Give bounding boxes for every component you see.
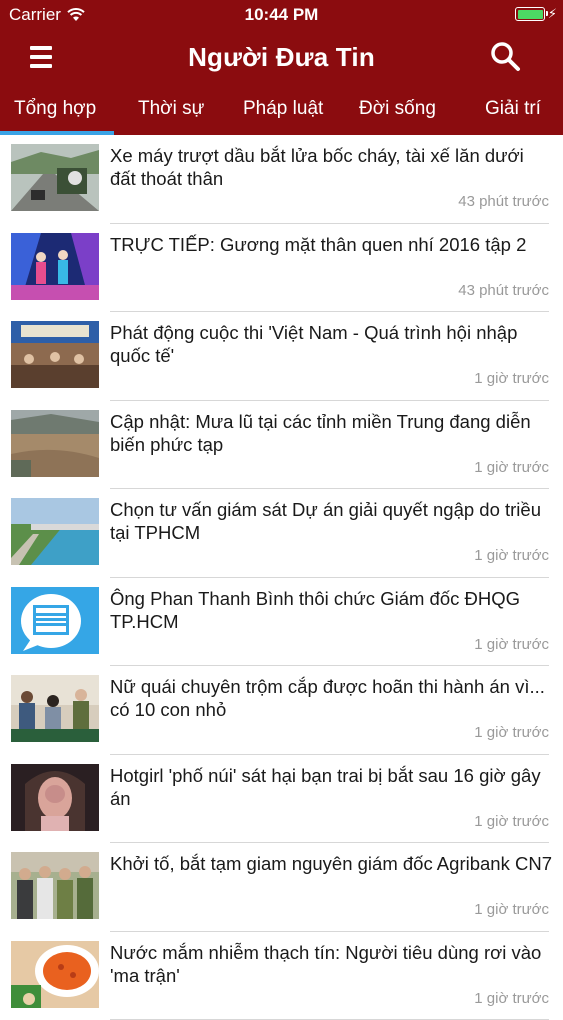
page-title: Người Đưa Tin (0, 42, 563, 73)
list-item[interactable]: Chọn tư vấn giám sát Dự án giải quyết ng… (0, 489, 563, 578)
article-thumbnail (11, 233, 99, 300)
category-tabs: Tổng hợp Thời sự Pháp luật Đời sống Giải… (0, 86, 563, 135)
status-bar: Carrier 10:44 PM ⚡ (0, 0, 563, 30)
list-item[interactable]: Cập nhật: Mưa lũ tại các tỉnh miền Trung… (0, 401, 563, 490)
article-thumbnail (11, 498, 99, 565)
article-thumbnail (11, 410, 99, 477)
list-item[interactable]: Ông Phan Thanh Bình thôi chức Giám đốc Đ… (0, 578, 563, 667)
article-timestamp: 1 giờ trước (474, 813, 549, 830)
article-timestamp: 1 giờ trước (474, 636, 549, 653)
list-item[interactable]: Phát động cuộc thi 'Việt Nam - Quá trình… (0, 312, 563, 401)
fish-sauce-dish-thumbnail (11, 941, 99, 1008)
article-timestamp: 43 phút trước (458, 282, 549, 299)
conference-room-thumbnail (11, 321, 99, 388)
list-item[interactable]: Xe máy trượt dầu bắt lửa bốc cháy, tài x… (0, 135, 563, 224)
list-item[interactable]: TRỰC TIẾP: Gương mặt thân quen nhí 2016 … (0, 224, 563, 313)
article-thumbnail (11, 764, 99, 831)
article-thumbnail (11, 587, 99, 654)
canal-embankment-thumbnail (11, 498, 99, 565)
list-item[interactable]: Nước mắm nhiễm thạch tín: Người tiêu dùn… (0, 932, 563, 1020)
portrait-thumbnail (11, 764, 99, 831)
article-thumbnail (11, 941, 99, 1008)
article-thumbnail (11, 321, 99, 388)
list-item[interactable]: Khởi tố, bắt tạm giam nguyên giám đốc Ag… (0, 843, 563, 932)
article-list: Xe máy trượt dầu bắt lửa bốc cháy, tài x… (0, 135, 563, 1020)
list-item[interactable]: Hotgirl 'phố núi' sát hại bạn trai bị bắ… (0, 755, 563, 844)
tab-giai-tri[interactable]: Giải trí (485, 98, 541, 120)
article-timestamp: 1 giờ trước (474, 459, 549, 476)
news-placeholder-thumbnail (11, 587, 99, 654)
article-thumbnail (11, 852, 99, 919)
battery-icon (515, 7, 545, 21)
search-button[interactable] (489, 40, 529, 76)
road-motorbike-thumbnail (11, 144, 99, 211)
article-timestamp: 1 giờ trước (474, 724, 549, 741)
article-title: Phát động cuộc thi 'Việt Nam - Quá trình… (110, 321, 552, 367)
article-title: Nước mắm nhiễm thạch tín: Người tiêu dùn… (110, 941, 552, 987)
article-title: Cập nhật: Mưa lũ tại các tỉnh miền Trung… (110, 410, 552, 456)
article-title: Xe máy trượt dầu bắt lửa bốc cháy, tài x… (110, 144, 552, 190)
charging-icon: ⚡ (548, 6, 557, 22)
article-thumbnail (11, 144, 99, 211)
article-timestamp: 1 giờ trước (474, 370, 549, 387)
tab-thoi-su[interactable]: Thời sự (138, 98, 204, 120)
courtroom-thumbnail (11, 675, 99, 742)
flood-river-thumbnail (11, 410, 99, 477)
article-timestamp: 1 giờ trước (474, 901, 549, 918)
list-item[interactable]: Nữ quái chuyên trộm cắp được hoãn thi hà… (0, 666, 563, 755)
article-title: Hotgirl 'phố núi' sát hại bạn trai bị bắ… (110, 764, 552, 810)
nav-bar: Người Đưa Tin (0, 30, 563, 86)
article-title: Ông Phan Thanh Bình thôi chức Giám đốc Đ… (110, 587, 552, 633)
battery-level (518, 10, 543, 19)
article-title: TRỰC TIẾP: Gương mặt thân quen nhí 2016 … (110, 233, 552, 256)
search-icon (489, 40, 523, 74)
article-timestamp: 1 giờ trước (474, 547, 549, 564)
stage-performance-thumbnail (11, 233, 99, 300)
article-title: Chọn tư vấn giám sát Dự án giải quyết ng… (110, 498, 552, 544)
article-timestamp: 43 phút trước (458, 193, 549, 210)
clock: 10:44 PM (0, 5, 563, 25)
tab-tong-hop[interactable]: Tổng hợp (14, 98, 96, 120)
article-thumbnail (11, 675, 99, 742)
police-escort-thumbnail (11, 852, 99, 919)
tab-phap-luat[interactable]: Pháp luật (243, 98, 323, 120)
tab-doi-song[interactable]: Đời sống (359, 98, 436, 120)
article-title: Nữ quái chuyên trộm cắp được hoãn thi hà… (110, 675, 552, 721)
app-header: Carrier 10:44 PM ⚡ Người Đưa Tin (0, 0, 563, 135)
article-timestamp: 1 giờ trước (474, 990, 549, 1007)
article-title: Khởi tố, bắt tạm giam nguyên giám đốc Ag… (110, 852, 552, 875)
